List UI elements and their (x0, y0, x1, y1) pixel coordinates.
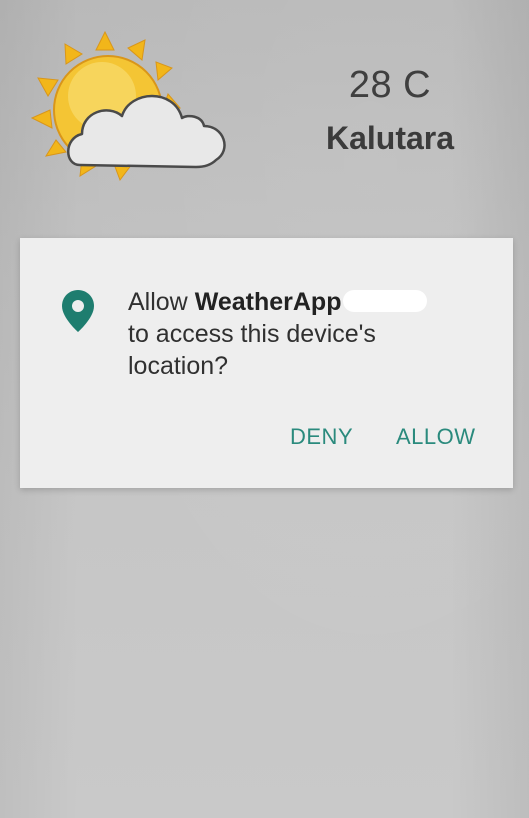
location-pin-icon (60, 288, 96, 334)
message-line-3: location? (128, 352, 229, 380)
app-name: WeatherApp (194, 288, 342, 316)
temperature-value: 28 C (348, 64, 432, 106)
allow-button[interactable]: ALLOW (396, 424, 476, 450)
partly-cloudy-sun-icon (30, 30, 240, 190)
message-line-2: to access this device's (128, 320, 376, 348)
weather-header: 28 C Kalutara (0, 0, 529, 215)
location-permission-dialog: Allow WeatherApp to access this device's… (20, 238, 513, 488)
redaction-mark (343, 290, 428, 312)
city-name: Kalutara (325, 120, 455, 156)
permission-message: Allow WeatherApp to access this device's… (128, 286, 488, 382)
message-prefix: Allow (128, 288, 195, 316)
deny-button[interactable]: DENY (290, 424, 353, 450)
